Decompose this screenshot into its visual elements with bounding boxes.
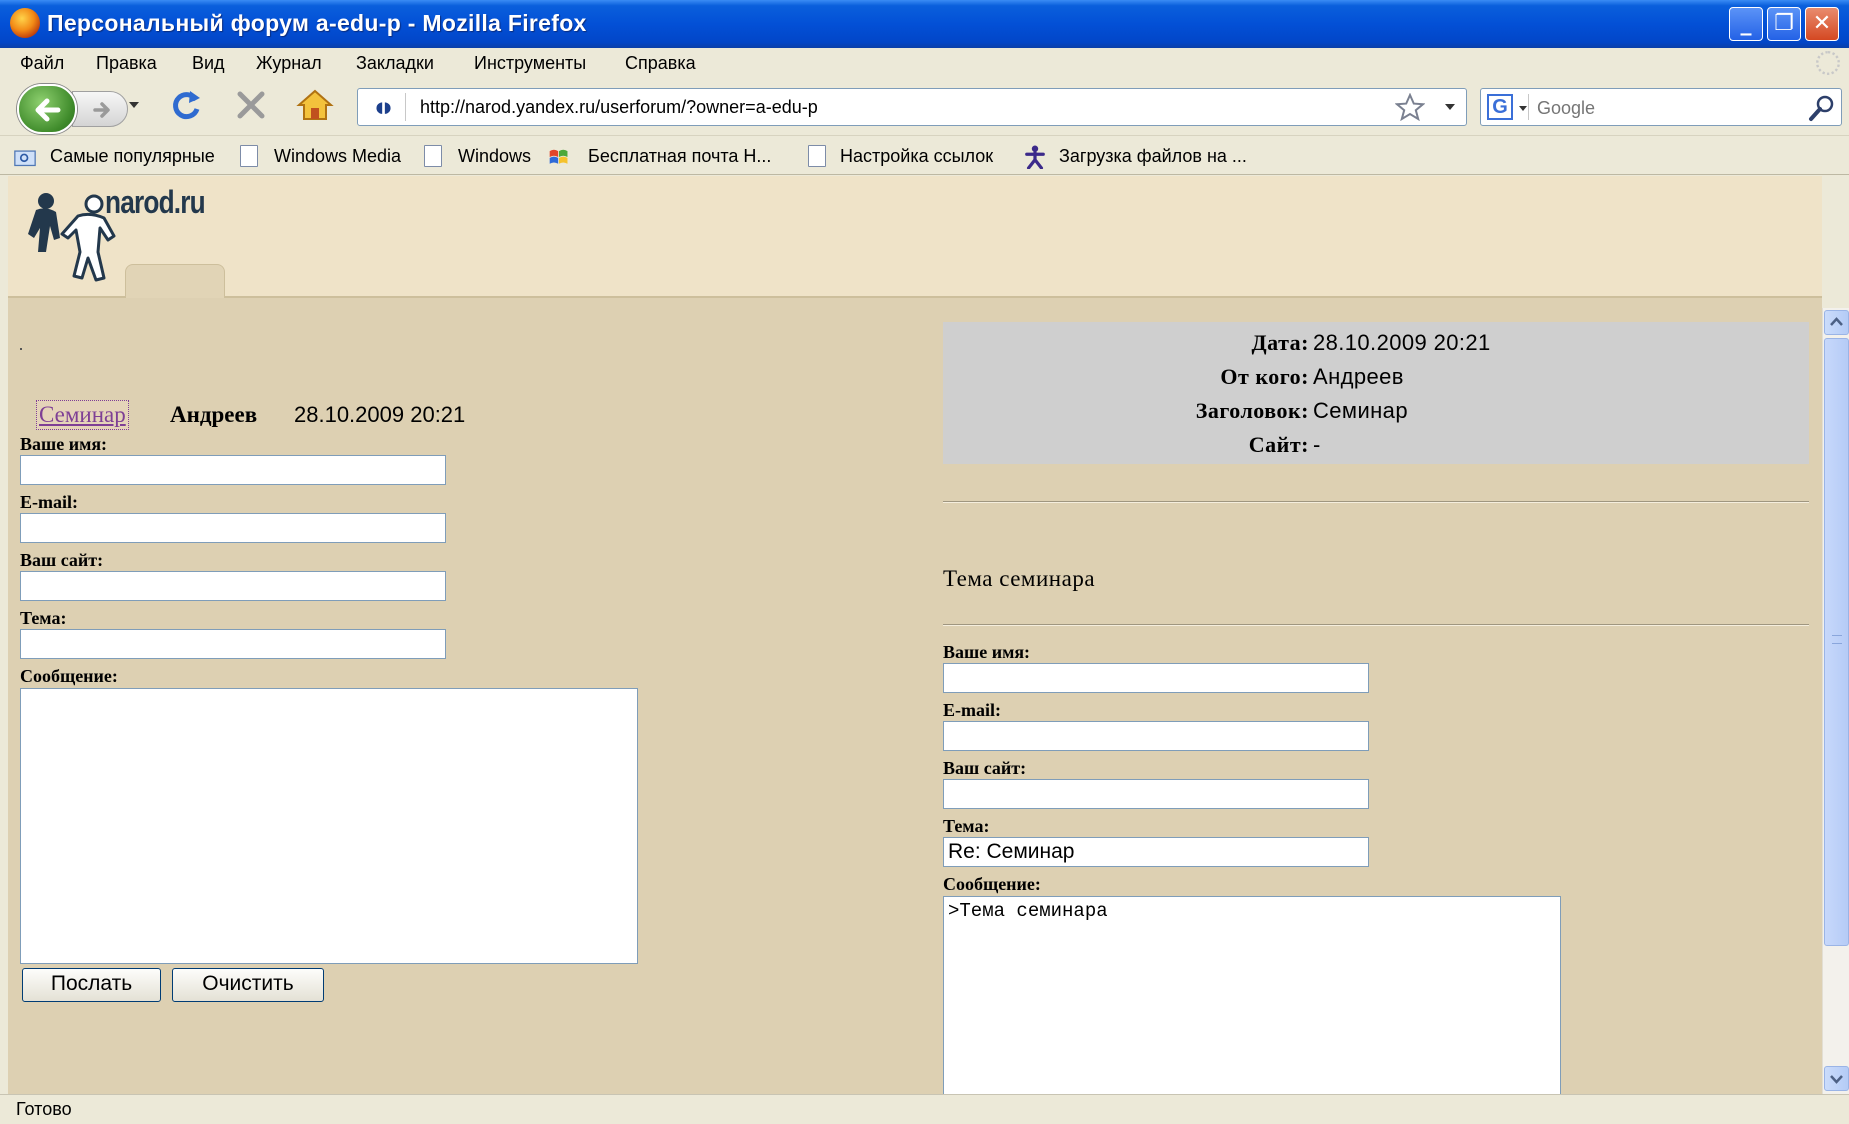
reply-email-field[interactable] bbox=[943, 721, 1369, 751]
reply-email-label: E-mail: bbox=[943, 700, 1001, 720]
bookmark-star-icon[interactable] bbox=[1395, 93, 1425, 121]
history-dropdown-icon[interactable] bbox=[128, 101, 140, 109]
status-text: Готово bbox=[16, 1099, 72, 1119]
reload-icon[interactable] bbox=[170, 88, 204, 122]
dot-mark bbox=[20, 348, 22, 350]
menu-view[interactable]: Вид bbox=[192, 53, 225, 74]
site-label: Ваш сайт: bbox=[20, 550, 104, 570]
menu-edit[interactable]: Правка bbox=[96, 53, 157, 74]
search-icon[interactable] bbox=[1807, 93, 1837, 123]
search-bar[interactable]: G bbox=[1480, 88, 1842, 126]
message-topic-link[interactable]: Семинар bbox=[36, 400, 129, 430]
site-field[interactable] bbox=[20, 571, 446, 601]
window-title: Персональный форум a-edu-p - Mozilla Fir… bbox=[47, 10, 587, 36]
from-value: Андреев bbox=[1313, 364, 1404, 389]
search-input[interactable] bbox=[1537, 95, 1777, 121]
subject-label: Заголовок: bbox=[1195, 398, 1309, 423]
date-label: Дата: bbox=[1251, 330, 1309, 355]
reply-message-label: Сообщение: bbox=[943, 874, 1041, 894]
smart-folder-icon bbox=[14, 150, 36, 167]
windows-logo-icon bbox=[549, 149, 568, 164]
site-header: narod.ru bbox=[8, 176, 1822, 298]
back-button[interactable] bbox=[17, 84, 77, 134]
name-field[interactable] bbox=[20, 455, 446, 485]
forward-button[interactable] bbox=[72, 91, 128, 127]
minimize-button[interactable]: _ bbox=[1729, 7, 1763, 41]
reply-name-label: Ваше имя: bbox=[943, 642, 1031, 662]
message-date: 28.10.2009 20:21 bbox=[294, 402, 466, 427]
firefox-icon bbox=[10, 8, 40, 38]
maximize-button[interactable]: ❐ bbox=[1767, 7, 1801, 41]
reply-topic-field[interactable] bbox=[943, 837, 1369, 867]
reply-topic-label: Тема: bbox=[943, 816, 990, 836]
person-icon bbox=[1025, 145, 1045, 169]
status-bar bbox=[0, 1094, 1849, 1124]
vertical-scrollbar[interactable] bbox=[1822, 308, 1849, 1094]
reply-site-field[interactable] bbox=[943, 779, 1369, 809]
reply-name-field[interactable] bbox=[943, 663, 1369, 693]
scroll-down-button[interactable] bbox=[1824, 1066, 1849, 1091]
divider bbox=[943, 624, 1809, 626]
clear-button[interactable]: Очистить bbox=[172, 968, 324, 1002]
header-tab[interactable] bbox=[125, 264, 225, 298]
browser-window: Персональный форум a-edu-p - Mozilla Fir… bbox=[0, 0, 1849, 1124]
email-field[interactable] bbox=[20, 513, 446, 543]
reply-site-label: Ваш сайт: bbox=[943, 758, 1027, 778]
message-author: Андреев bbox=[170, 402, 258, 427]
page-viewport: narod.ru Семинар Андреев 28.10.2009 20:2… bbox=[8, 176, 1822, 1094]
from-label: От кого: bbox=[1220, 364, 1309, 389]
site-identity-icon[interactable]: ◖◗ bbox=[362, 93, 406, 121]
divider bbox=[943, 501, 1809, 503]
scroll-up-button[interactable] bbox=[1824, 310, 1849, 335]
message-info-box: Дата: 28.10.2009 20:21 От кого: Андреев … bbox=[943, 322, 1809, 464]
site-info-label: Сайт: bbox=[1248, 432, 1309, 457]
scroll-grip-icon bbox=[1832, 635, 1842, 644]
forward-arrow-icon bbox=[93, 102, 110, 118]
menu-tools[interactable]: Инструменты bbox=[474, 53, 586, 74]
home-icon[interactable] bbox=[296, 88, 334, 122]
scrollbar-thumb[interactable] bbox=[1824, 338, 1849, 946]
topic-label: Тема: bbox=[20, 608, 67, 628]
search-engine-icon[interactable]: G bbox=[1485, 94, 1529, 120]
page-icon bbox=[424, 145, 442, 167]
address-bar[interactable]: ◖◗ http://narod.yandex.ru/userforum/?own… bbox=[357, 88, 1467, 126]
menu-bookmarks[interactable]: Закладки bbox=[356, 53, 434, 74]
message-label: Сообщение: bbox=[20, 666, 118, 686]
activity-throbber-icon bbox=[1816, 51, 1840, 75]
message-textarea[interactable] bbox=[20, 688, 638, 964]
name-label: Ваше имя: bbox=[20, 434, 108, 454]
close-button[interactable]: ✕ bbox=[1805, 7, 1839, 41]
url-dropdown-icon[interactable] bbox=[1444, 103, 1456, 111]
chevron-up-icon bbox=[1830, 317, 1843, 326]
reply-message-textarea[interactable]: >Тема семинара bbox=[943, 896, 1561, 1094]
stop-icon[interactable] bbox=[236, 90, 266, 120]
date-value: 28.10.2009 20:21 bbox=[1313, 330, 1491, 355]
menu-history[interactable]: Журнал bbox=[256, 53, 322, 74]
page-icon bbox=[240, 145, 258, 167]
title-bar[interactable]: Персональный форум a-edu-p - Mozilla Fir… bbox=[0, 0, 1849, 48]
send-button[interactable]: Послать bbox=[22, 968, 161, 1002]
topic-field[interactable] bbox=[20, 629, 446, 659]
back-arrow-icon bbox=[35, 98, 61, 122]
site-info-value: - bbox=[1313, 432, 1321, 457]
logo-text[interactable]: narod.ru bbox=[105, 184, 206, 221]
message-body: Тема семинара bbox=[943, 566, 1096, 591]
menu-help[interactable]: Справка bbox=[625, 53, 696, 74]
page-icon bbox=[808, 145, 826, 167]
menu-file[interactable]: Файл bbox=[20, 53, 64, 74]
email-label: E-mail: bbox=[20, 492, 78, 512]
subject-value: Семинар bbox=[1313, 398, 1408, 423]
url-text[interactable]: http://narod.yandex.ru/userforum/?owner=… bbox=[420, 97, 818, 118]
chevron-down-icon bbox=[1830, 1075, 1843, 1084]
